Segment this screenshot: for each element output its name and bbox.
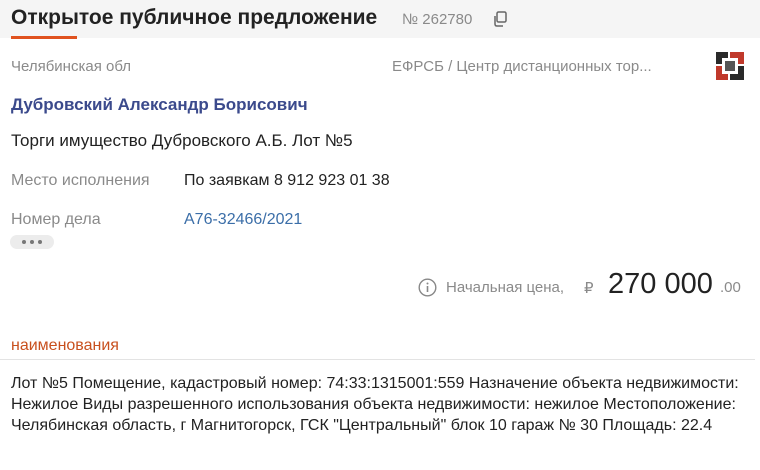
page-header: Открытое публичное предложение № 262780 xyxy=(0,0,760,38)
more-dots-icon[interactable] xyxy=(10,235,54,249)
copy-icon[interactable] xyxy=(492,10,510,28)
section-heading: наименования xyxy=(11,337,119,354)
page-title: Открытое публичное предложение xyxy=(11,6,378,29)
field-label-case: Номер дела xyxy=(11,211,101,228)
price-label: Начальная цена, xyxy=(446,279,565,296)
case-number-link[interactable]: А76-32466/2021 xyxy=(184,211,302,229)
field-value-place: По заявкам 8 912 923 01 38 xyxy=(184,172,390,189)
platform-logo-icon xyxy=(716,52,744,80)
price-cents: .00 xyxy=(720,279,741,296)
price-currency: ₽ xyxy=(584,280,594,297)
section-divider xyxy=(0,359,755,360)
price-amount: 270 000 xyxy=(608,268,713,300)
source-link[interactable]: ЕФРСБ / Центр дистанционных тор... xyxy=(392,58,652,75)
info-icon[interactable] xyxy=(418,278,437,297)
active-tab-indicator xyxy=(11,36,77,39)
lot-title: Торги имущество Дубровского А.Б. Лот №5 xyxy=(11,131,353,150)
region-label: Челябинская обл xyxy=(11,58,132,75)
debtor-name-link[interactable]: Дубровский Александр Борисович xyxy=(11,95,308,115)
lot-description: Лот №5 Помещение, кадастровый номер: 74:… xyxy=(11,375,739,434)
field-label-place: Место исполнения xyxy=(11,172,150,189)
lot-number: № 262780 xyxy=(402,11,473,28)
